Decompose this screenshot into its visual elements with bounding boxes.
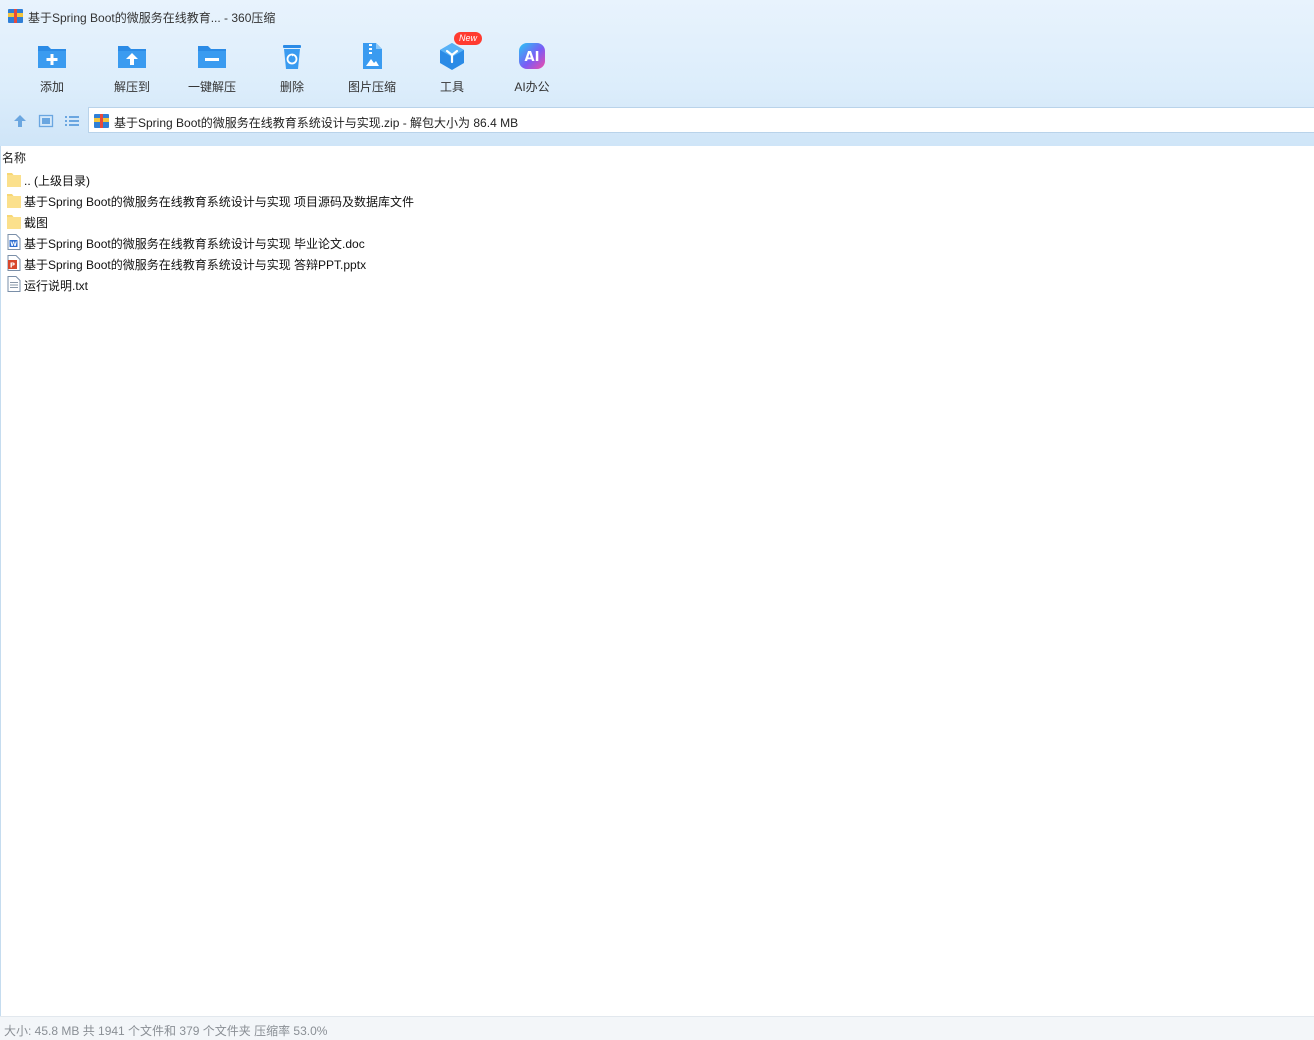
ai-office-icon: AI — [519, 43, 545, 69]
folder-icon — [7, 173, 21, 187]
list-item-label: .. (上级目录) — [24, 174, 90, 188]
one-click-extract-label: 一键解压 — [187, 80, 236, 94]
zip-app-icon — [8, 9, 23, 23]
add-folder-icon — [38, 46, 66, 68]
thumbnail-view-icon[interactable] — [38, 113, 54, 129]
powerpoint-icon: P — [7, 255, 21, 271]
top-chrome: 基于Spring Boot的微服务在线教育... - 360压缩 添加 解压到 — [0, 0, 1314, 146]
status-text: 大小: 45.8 MB 共 1941 个文件和 379 个文件夹 压缩率 53.… — [4, 1024, 328, 1038]
image-compress-button[interactable]: 图片压缩 — [332, 38, 412, 98]
up-arrow-icon[interactable] — [12, 113, 28, 129]
image-compress-label: 图片压缩 — [347, 80, 396, 94]
delete-label: 删除 — [279, 80, 304, 94]
recycle-bin-icon — [283, 45, 301, 69]
one-click-extract-button[interactable]: 一键解压 — [172, 38, 252, 98]
address-text: 基于Spring Boot的微服务在线教育系统设计与实现.zip - 解包大小为… — [114, 116, 519, 130]
one-click-extract-icon — [198, 46, 226, 68]
address-bar[interactable]: 基于Spring Boot的微服务在线教育系统设计与实现.zip - 解包大小为… — [88, 107, 1314, 133]
text-file-icon — [7, 276, 21, 292]
list-item-pptx-file[interactable]: P 基于Spring Boot的微服务在线教育系统设计与实现 答辩PPT.ppt… — [7, 252, 607, 272]
list-item-txt-file[interactable]: 运行说明.txt — [7, 273, 607, 293]
folder-icon — [7, 215, 21, 229]
file-list: 名称 .. (上级目录) 基于Spring Boot的微服务在线教育系统设计与实… — [0, 146, 1314, 1016]
column-header-name[interactable]: 名称 — [2, 149, 26, 166]
list-view-icon[interactable] — [64, 113, 80, 129]
tools-button[interactable]: New 工具 — [412, 32, 492, 98]
folder-icon — [7, 194, 21, 208]
svg-text:W: W — [10, 241, 17, 248]
ai-office-button[interactable]: AI AI办公 — [492, 38, 572, 98]
delete-button[interactable]: 删除 — [252, 38, 332, 98]
list-item-label: 截图 — [24, 216, 49, 230]
svg-text:AI: AI — [525, 50, 540, 65]
status-bar: 大小: 45.8 MB 共 1941 个文件和 379 个文件夹 压缩率 53.… — [0, 1016, 1314, 1040]
title-bar: 基于Spring Boot的微服务在线教育... - 360压缩 — [0, 0, 1314, 32]
list-item-parent-dir[interactable]: .. (上级目录) — [7, 168, 607, 188]
svg-text:P: P — [10, 261, 15, 269]
address-row: 基于Spring Boot的微服务在线教育系统设计与实现.zip - 解包大小为… — [0, 106, 1314, 136]
extract-to-button[interactable]: 解压到 — [92, 38, 172, 98]
list-item-label: 基于Spring Boot的微服务在线教育系统设计与实现 项目源码及数据库文件 — [24, 195, 415, 209]
tools-label: 工具 — [439, 80, 464, 94]
list-item-source-folder[interactable]: 基于Spring Boot的微服务在线教育系统设计与实现 项目源码及数据库文件 — [7, 189, 607, 209]
list-item-screenshots-folder[interactable]: 截图 — [7, 210, 607, 230]
extract-to-label: 解压到 — [113, 80, 150, 94]
ai-office-label: AI办公 — [514, 80, 550, 94]
extract-to-icon — [118, 46, 146, 68]
list-item-label: 基于Spring Boot的微服务在线教育系统设计与实现 答辩PPT.pptx — [24, 258, 367, 272]
window-title: 基于Spring Boot的微服务在线教育... - 360压缩 — [28, 11, 276, 25]
zip-file-icon — [94, 114, 109, 128]
add-button[interactable]: 添加 — [12, 38, 92, 98]
add-label: 添加 — [39, 80, 64, 94]
list-item-label: 运行说明.txt — [24, 279, 89, 293]
word-doc-icon: W — [7, 234, 21, 250]
list-item-label: 基于Spring Boot的微服务在线教育系统设计与实现 毕业论文.doc — [24, 237, 365, 251]
list-item-doc-file[interactable]: W 基于Spring Boot的微服务在线教育系统设计与实现 毕业论文.doc — [7, 231, 607, 251]
new-badge: New — [454, 32, 483, 45]
image-compress-icon — [363, 43, 382, 69]
